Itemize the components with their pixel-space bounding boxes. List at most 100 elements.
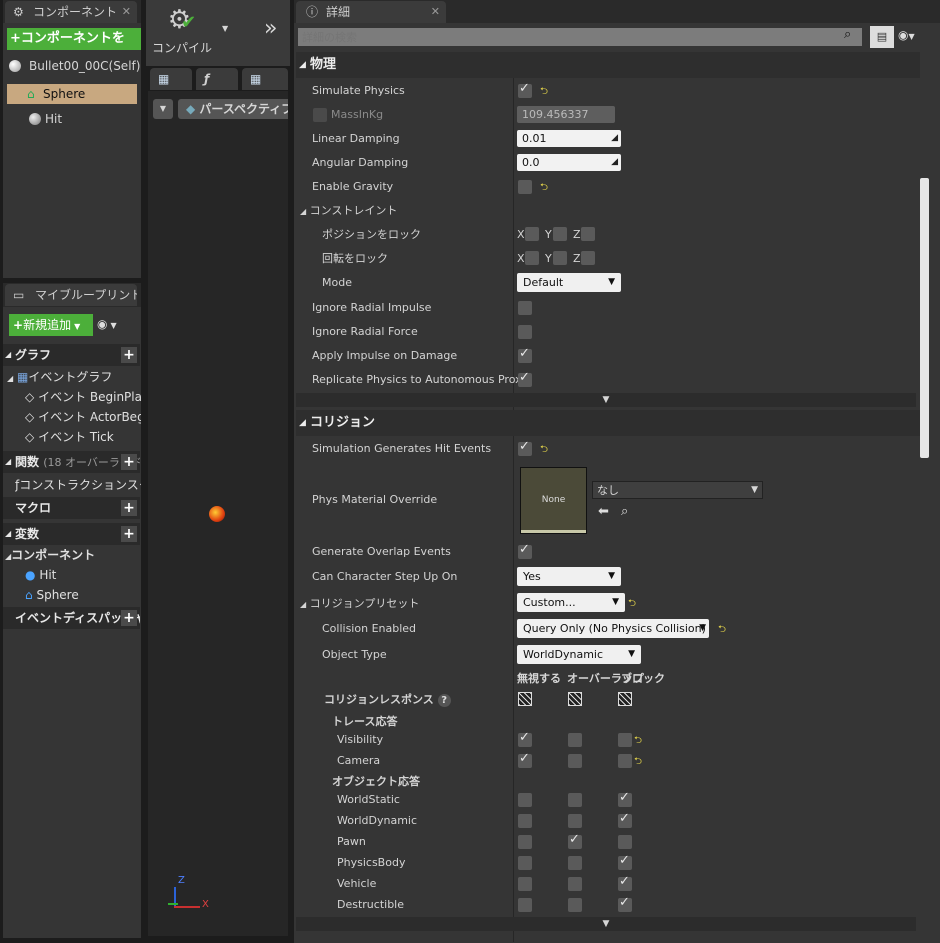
object-type-dropdown[interactable]: WorldDynamic ▼ bbox=[517, 645, 641, 664]
tab-details[interactable]: ⓘ 詳細 ✕ bbox=[296, 1, 446, 23]
reset-icon[interactable]: ⮌ bbox=[718, 622, 726, 639]
reset-icon[interactable]: ⮌ bbox=[634, 754, 642, 771]
close-icon[interactable]: ✕ bbox=[122, 1, 131, 23]
reset-icon[interactable]: ⮌ bbox=[628, 596, 636, 613]
tab-construction-script[interactable]: ƒ bbox=[196, 68, 238, 90]
destructible-ignore-checkbox[interactable] bbox=[518, 898, 532, 912]
constraints-label[interactable]: ◢ コンストレイント bbox=[300, 202, 397, 218]
visibility-block-checkbox[interactable] bbox=[618, 733, 632, 747]
collision-enabled-dropdown[interactable]: Query Only (No Physics Collision) ▼ bbox=[517, 619, 709, 638]
visibility-eye-button[interactable]: ◉ ▼ bbox=[97, 317, 133, 335]
linear-damping-field[interactable]: 0.01 ◢ bbox=[517, 130, 621, 147]
worlddynamic-block-checkbox[interactable] bbox=[618, 811, 632, 828]
can-step-up-dropdown[interactable]: Yes ▼ bbox=[517, 567, 621, 586]
details-search-input[interactable] bbox=[298, 28, 862, 46]
section-functions[interactable]: ◢関数 (18 オーバーライド可能) + bbox=[3, 451, 140, 473]
lock-position-y-checkbox[interactable] bbox=[553, 227, 567, 241]
reset-icon[interactable]: ⮌ bbox=[634, 733, 642, 750]
collision-presets-dropdown[interactable]: Custom... ▼ bbox=[517, 593, 625, 612]
lock-rotation-x-checkbox[interactable] bbox=[525, 251, 539, 265]
worldstatic-ignore-checkbox[interactable] bbox=[518, 793, 532, 807]
bullet-sphere-preview[interactable] bbox=[209, 506, 225, 522]
compile-options-dropdown[interactable]: ▼ bbox=[222, 24, 228, 33]
reset-icon[interactable]: ⮌ bbox=[540, 84, 548, 101]
details-scrollbar[interactable] bbox=[920, 178, 929, 458]
add-dispatcher-button[interactable]: + bbox=[121, 610, 137, 626]
use-selected-arrow-icon[interactable]: ⬅ bbox=[598, 504, 609, 519]
event-graph-item[interactable]: ◢ ▦イベントグラフ bbox=[7, 367, 141, 387]
phys-material-picker[interactable]: なし ▼ bbox=[592, 481, 763, 499]
mass-override-checkbox[interactable] bbox=[313, 108, 327, 122]
overlap-all-toggle[interactable] bbox=[568, 692, 582, 706]
viewport-options-button[interactable]: ▼ bbox=[153, 99, 173, 119]
vehicle-ignore-checkbox[interactable] bbox=[518, 877, 532, 891]
visibility-ignore-checkbox[interactable] bbox=[518, 730, 532, 747]
sim-generates-hit-checkbox[interactable] bbox=[518, 439, 532, 456]
pawn-block-checkbox[interactable] bbox=[618, 835, 632, 849]
viewport[interactable]: ▼ ◆ パースペクティブ Z X bbox=[148, 91, 288, 936]
property-matrix-button[interactable]: ▤ bbox=[870, 26, 894, 48]
pawn-overlap-checkbox[interactable] bbox=[568, 832, 582, 849]
perspective-button[interactable]: ◆ パースペクティブ bbox=[178, 99, 288, 119]
ignore-radial-force-checkbox[interactable] bbox=[518, 325, 532, 339]
worlddynamic-ignore-checkbox[interactable] bbox=[518, 814, 532, 828]
collision-presets-label[interactable]: ◢ コリジョンプリセット bbox=[300, 595, 419, 611]
lock-rotation-z-checkbox[interactable] bbox=[581, 251, 595, 265]
section-macros[interactable]: マクロ + bbox=[3, 497, 140, 519]
components-subsection[interactable]: ◢コンポーネント bbox=[5, 545, 141, 565]
physicsbody-overlap-checkbox[interactable] bbox=[568, 856, 582, 870]
camera-block-checkbox[interactable] bbox=[618, 754, 632, 768]
camera-ignore-checkbox[interactable] bbox=[518, 751, 532, 768]
view-options-button[interactable]: ◉▼ bbox=[898, 28, 915, 42]
event-item[interactable]: ◇ イベント BeginPlay bbox=[25, 387, 141, 407]
help-icon[interactable]: ? bbox=[437, 694, 451, 707]
enable-gravity-checkbox[interactable] bbox=[518, 180, 532, 194]
construction-script-item[interactable]: ƒコンストラクションスクリプト bbox=[15, 475, 141, 495]
ignore-radial-impulse-checkbox[interactable] bbox=[518, 301, 532, 315]
reset-icon[interactable]: ⮌ bbox=[540, 180, 548, 197]
worldstatic-block-checkbox[interactable] bbox=[618, 790, 632, 807]
mode-dropdown[interactable]: Default ▼ bbox=[517, 273, 621, 292]
visibility-overlap-checkbox[interactable] bbox=[568, 733, 582, 747]
vehicle-block-checkbox[interactable] bbox=[618, 874, 632, 891]
add-function-button[interactable]: + bbox=[121, 454, 137, 470]
add-new-button[interactable]: +新規追加 ▼ bbox=[9, 314, 93, 336]
apply-impulse-checkbox[interactable] bbox=[518, 346, 532, 363]
mass-in-kg-field[interactable]: 109.456337 bbox=[517, 106, 615, 123]
collision-section-header[interactable]: ◢ コリジョン bbox=[296, 410, 920, 436]
toolbar-expand-button[interactable]: » bbox=[264, 14, 277, 44]
event-item[interactable]: ◇ イベント ActorBeginOverlap bbox=[25, 407, 141, 427]
replicate-physics-checkbox[interactable] bbox=[518, 370, 532, 387]
tab-viewport[interactable]: ▦ bbox=[150, 68, 192, 90]
add-component-button[interactable]: +コンポーネントを bbox=[7, 28, 141, 50]
variable-item-hit[interactable]: ● Hit bbox=[25, 565, 141, 585]
add-graph-button[interactable]: + bbox=[121, 347, 137, 363]
event-item[interactable]: ◇ イベント Tick bbox=[25, 427, 141, 447]
tab-components[interactable]: ⚙ コンポーネント ✕ bbox=[5, 1, 137, 23]
component-item-sphere[interactable]: ⌂ Sphere bbox=[7, 84, 137, 104]
phys-material-thumbnail[interactable]: None bbox=[520, 467, 587, 534]
simulate-physics-checkbox[interactable] bbox=[518, 81, 532, 98]
lock-position-x-checkbox[interactable] bbox=[525, 227, 539, 241]
destructible-overlap-checkbox[interactable] bbox=[568, 898, 582, 912]
tab-my-blueprint[interactable]: ▭ マイブループリント bbox=[5, 284, 137, 306]
lock-rotation-y-checkbox[interactable] bbox=[553, 251, 567, 265]
physics-section-header[interactable]: ◢ 物理 bbox=[296, 52, 920, 78]
generate-overlap-checkbox[interactable] bbox=[518, 542, 532, 559]
angular-damping-field[interactable]: 0.0 ◢ bbox=[517, 154, 621, 171]
section-graphs[interactable]: ◢ グラフ + bbox=[3, 344, 140, 366]
physicsbody-block-checkbox[interactable] bbox=[618, 853, 632, 870]
camera-overlap-checkbox[interactable] bbox=[568, 754, 582, 768]
add-variable-button[interactable]: + bbox=[121, 526, 137, 542]
section-event-dispatchers[interactable]: イベントディスパッチャー + bbox=[3, 607, 140, 629]
physics-advanced-expander[interactable]: ▼ bbox=[296, 393, 916, 407]
collision-advanced-expander[interactable]: ▼ bbox=[296, 917, 916, 931]
worldstatic-overlap-checkbox[interactable] bbox=[568, 793, 582, 807]
close-icon[interactable]: ✕ bbox=[431, 1, 440, 23]
ignore-all-toggle[interactable] bbox=[518, 692, 532, 706]
add-macro-button[interactable]: + bbox=[121, 500, 137, 516]
component-root-item[interactable]: Bullet00_00C(Self) bbox=[7, 56, 140, 76]
compile-button[interactable]: ⚙✔ コンパイル bbox=[150, 4, 214, 60]
reset-icon[interactable]: ⮌ bbox=[540, 442, 548, 459]
pawn-ignore-checkbox[interactable] bbox=[518, 835, 532, 849]
